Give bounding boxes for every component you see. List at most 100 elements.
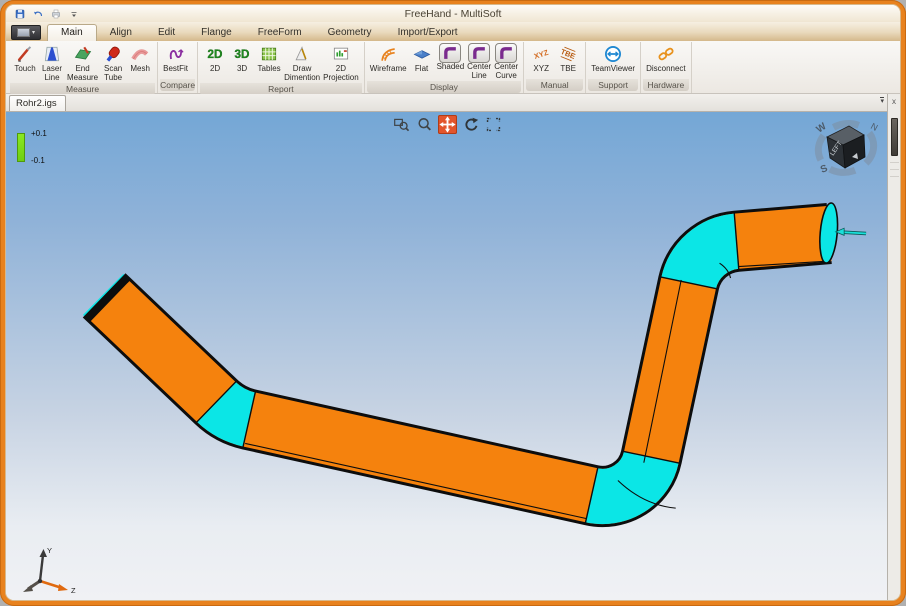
button-label: Flat <box>411 65 433 74</box>
tab-freeform[interactable]: FreeForm <box>245 25 315 41</box>
tab-import-export[interactable]: Import/Export <box>385 25 471 41</box>
button-label: 2D Projection <box>323 65 359 82</box>
shaded-icon <box>439 43 461 63</box>
tab-flange[interactable]: Flange <box>188 25 245 41</box>
button-label: Touch <box>14 65 36 74</box>
3d-button[interactable]: 3D3D <box>229 43 255 74</box>
projection-2d-icon <box>329 43 353 65</box>
panel-drag-handle[interactable] <box>891 118 898 156</box>
ribbon-group-compare: BestFitCompare <box>158 42 198 93</box>
document-tab[interactable]: Rohr2.igs <box>9 95 66 111</box>
button-label: BestFit <box>163 65 188 74</box>
collapsed-side-panel: x <box>887 94 900 600</box>
group-label-hardware: Hardware <box>643 79 689 91</box>
button-label: 3D <box>231 65 253 74</box>
rotate-icon[interactable] <box>461 115 480 134</box>
button-label: Mesh <box>129 65 151 74</box>
zoom-icon[interactable] <box>415 115 434 134</box>
center-line-button[interactable]: Center Line <box>466 43 492 80</box>
draw-dimention-icon <box>290 43 314 65</box>
teamviewer-button[interactable]: TeamViewer <box>590 43 636 74</box>
laser-line-button[interactable]: Laser Line <box>39 43 65 82</box>
axis-y-label: Y <box>47 546 52 555</box>
end-axis-arrow <box>836 228 866 235</box>
button-label: Tables <box>258 65 281 74</box>
panel-close-icon[interactable]: x <box>892 94 896 108</box>
center-curve-button[interactable]: Center Curve <box>493 43 519 80</box>
tab-main[interactable]: Main <box>47 24 97 41</box>
tables-button[interactable]: Tables <box>256 43 282 74</box>
button-label: Draw Dimention <box>284 65 320 82</box>
button-label: TeamViewer <box>591 65 635 74</box>
legend-max-label: +0.1 <box>31 129 47 138</box>
2d-projection-button[interactable]: 2D Projection <box>322 43 360 82</box>
compass-letter-n: N <box>869 121 879 133</box>
fit-view-icon[interactable] <box>484 115 503 134</box>
wireframe-button[interactable]: Wireframe <box>369 43 408 74</box>
title-bar: FreeHand - MultiSoft <box>6 5 900 22</box>
document-tab-strip: Rohr2.igs ▾ <box>6 94 887 112</box>
button-label: XYZ <box>530 65 552 74</box>
pan-icon[interactable] <box>438 115 457 134</box>
wireframe-icon <box>376 43 400 65</box>
ribbon-group-display: Wireframe Flat ShadedCenter LineCenter Cur… <box>365 42 525 93</box>
teamviewer-icon <box>601 43 625 65</box>
tbe-icon: TBE <box>556 43 580 65</box>
xyz-icon: XYZ <box>529 43 553 65</box>
end-measure-button[interactable]: End Measure <box>66 43 99 82</box>
tab-align[interactable]: Align <box>97 25 145 41</box>
app-menu-icon <box>17 28 30 37</box>
chevron-down-icon: ▾ <box>32 30 35 36</box>
tab-edit[interactable]: Edit <box>145 25 188 41</box>
button-label: Wireframe <box>370 65 407 74</box>
menu-tabs: MainAlignEditFlangeFreeFormGeometryImpor… <box>47 24 471 41</box>
bestfit-button[interactable]: BestFit <box>162 43 189 74</box>
svg-text:3D: 3D <box>235 48 250 61</box>
laser-line-icon <box>40 43 64 65</box>
document-tabs: Rohr2.igs <box>9 95 66 111</box>
ribbon-group-measure: TouchLaser LineEnd MeasureScan TubeMeshM… <box>8 42 158 93</box>
svg-text:XYZ: XYZ <box>533 48 550 61</box>
2d-button[interactable]: 2D2D <box>202 43 228 74</box>
touch-icon <box>13 43 37 65</box>
app-menu-button[interactable]: ▾ <box>11 25 41 40</box>
disconnect-icon <box>654 43 678 65</box>
mesh-button[interactable]: Mesh <box>127 43 153 74</box>
button-label: Center Line <box>467 63 491 80</box>
xyz-button[interactable]: XYZ XYZ <box>528 43 554 74</box>
bestfit-icon <box>164 43 188 65</box>
button-label: 2D <box>204 65 226 74</box>
disconnect-button[interactable]: Disconnect <box>645 43 687 74</box>
tbe-button[interactable]: TBETBE <box>555 43 581 74</box>
shaded-button[interactable]: Shaded <box>436 43 466 72</box>
window-title: FreeHand - MultiSoft <box>6 8 900 20</box>
mesh-icon <box>128 43 152 65</box>
group-label-display: Display <box>367 81 522 93</box>
tab-geometry[interactable]: Geometry <box>315 25 385 41</box>
report-2d-icon: 2D <box>203 43 227 65</box>
pin-panel-icon[interactable]: ▾ <box>880 97 884 105</box>
nav-cube[interactable]: W N S LEFT <box>810 115 882 181</box>
scan-tube-button[interactable]: Scan Tube <box>100 43 126 82</box>
zoom-window-icon[interactable] <box>392 115 411 134</box>
center-curve-icon <box>495 43 517 63</box>
ribbon-group-manual: XYZXYZTBETBEManual <box>524 42 586 93</box>
button-label: Laser Line <box>41 65 63 82</box>
ribbon-group-support: TeamViewerSupport <box>586 42 641 93</box>
view-toolbar <box>392 115 503 134</box>
draw-dimention-button[interactable]: Draw Dimention <box>283 43 321 82</box>
end-measure-icon <box>71 43 95 65</box>
center-line-icon <box>468 43 490 63</box>
button-label: Shaded <box>437 63 465 72</box>
viewport-3d[interactable]: +0.1 -0.1 W N S LEFT <box>6 112 887 600</box>
menu-tab-row: ▾ MainAlignEditFlangeFreeFormGeometryImp… <box>6 22 900 41</box>
button-label: Center Curve <box>494 63 518 80</box>
flat-button[interactable]: Flat <box>409 43 435 74</box>
legend-min-label: -0.1 <box>31 156 47 165</box>
cube-body: LEFT <box>827 126 865 168</box>
deviation-legend: +0.1 -0.1 <box>17 129 47 165</box>
axis-triad: Y Z <box>18 543 82 595</box>
tables-icon <box>257 43 281 65</box>
button-label: Scan Tube <box>102 65 124 82</box>
touch-button[interactable]: Touch <box>12 43 38 74</box>
